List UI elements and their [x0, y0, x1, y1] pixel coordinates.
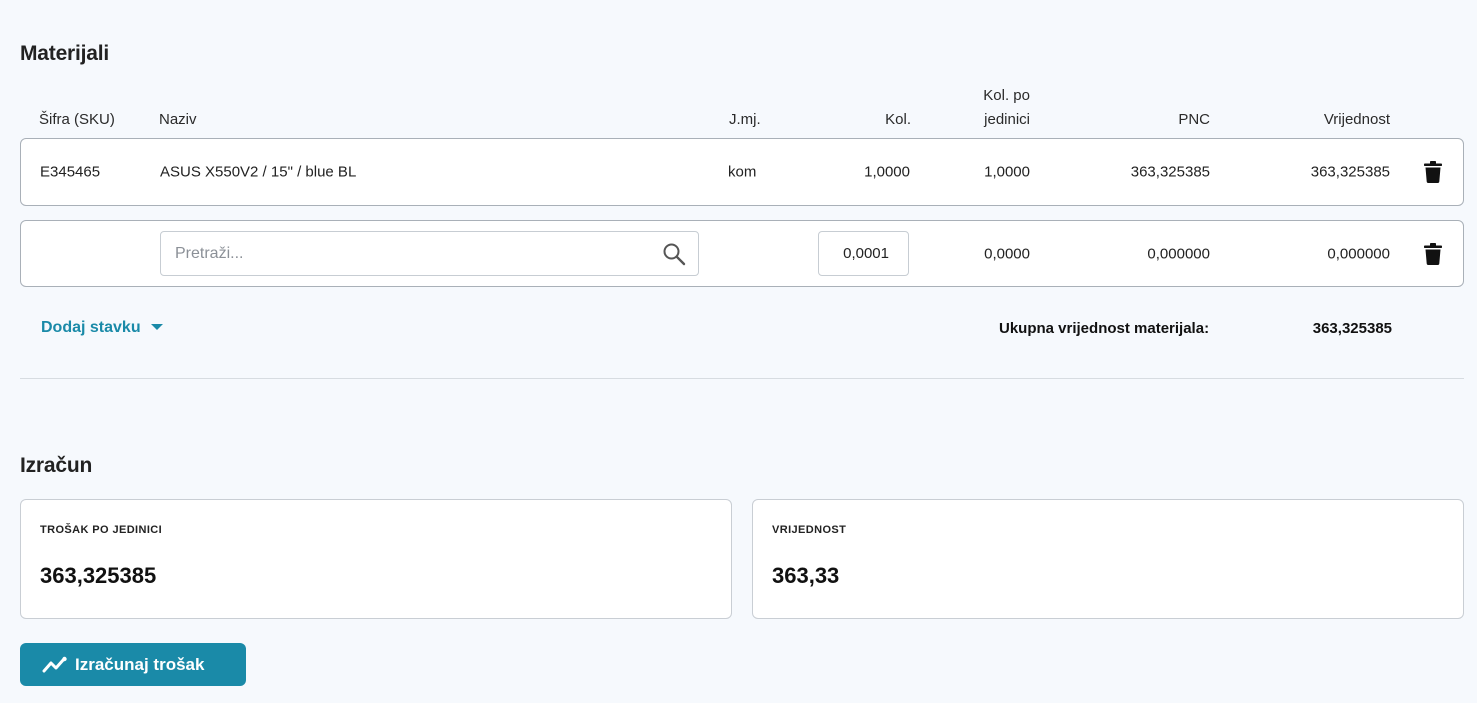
materials-total-label: Ukupna vrijednost materijala:: [999, 320, 1210, 337]
unit-cost-label: TROŠAK PO JEDINICI: [40, 524, 163, 536]
column-header-qty: Kol.: [885, 111, 911, 128]
trend-line-icon: [42, 656, 67, 672]
material-search-input[interactable]: [175, 232, 655, 275]
new-row-value: 0,000000: [1327, 245, 1390, 262]
qty-input[interactable]: [819, 232, 908, 275]
caret-down-icon: [150, 324, 163, 330]
qty-field[interactable]: [818, 231, 909, 276]
column-header-qty-per-unit-line2: jedinici: [984, 111, 1030, 128]
value-amount: 363,33: [772, 563, 840, 588]
row-qty: 1,0000: [864, 163, 910, 181]
add-item-button[interactable]: Dodaj stavku: [41, 319, 163, 337]
value-card: VRIJEDNOST 363,33: [752, 499, 1464, 619]
materials-title: Materijali: [20, 42, 110, 65]
column-header-pnc: PNC: [1178, 111, 1210, 128]
trash-icon[interactable]: [1424, 242, 1442, 265]
search-icon[interactable]: [662, 242, 686, 266]
row-qty-per-unit: 1,0000: [984, 163, 1030, 181]
calculate-cost-label: Izračunaj trošak: [75, 654, 205, 674]
unit-cost-card: TROŠAK PO JEDINICI 363,325385: [20, 499, 732, 619]
new-row-pnc: 0,000000: [1147, 245, 1210, 262]
section-divider: [20, 378, 1464, 379]
column-header-qty-per-unit: Kol. po jedinici: [930, 84, 1030, 132]
materials-total-value: 363,325385: [1312, 320, 1392, 337]
column-header-sku: Šifra (SKU): [39, 111, 115, 128]
row-name: ASUS X550V2 / 15" / blue BL: [160, 163, 357, 181]
row-pnc: 363,325385: [1130, 163, 1210, 181]
new-material-row: 0,0000 0,000000 0,000000: [20, 220, 1464, 287]
material-search-box[interactable]: [160, 231, 699, 276]
row-unit: kom: [728, 163, 757, 181]
column-header-name: Naziv: [159, 111, 197, 128]
column-header-value: Vrijednost: [1323, 111, 1390, 128]
trash-icon[interactable]: [1424, 161, 1442, 183]
calculate-cost-button[interactable]: Izračunaj trošak: [20, 643, 246, 686]
material-row: E345465 ASUS X550V2 / 15" / blue BL kom …: [20, 138, 1464, 206]
value-label: VRIJEDNOST: [772, 524, 847, 536]
calculation-title: Izračun: [20, 454, 93, 477]
new-row-qty-per-unit: 0,0000: [984, 245, 1030, 262]
unit-cost-value: 363,325385: [40, 563, 157, 588]
row-sku: E345465: [40, 163, 101, 181]
row-value: 363,325385: [1310, 163, 1390, 181]
column-header-qty-per-unit-line1: Kol. po: [983, 87, 1030, 104]
column-header-unit: J.mj.: [729, 111, 761, 128]
add-item-label: Dodaj stavku: [41, 319, 141, 336]
